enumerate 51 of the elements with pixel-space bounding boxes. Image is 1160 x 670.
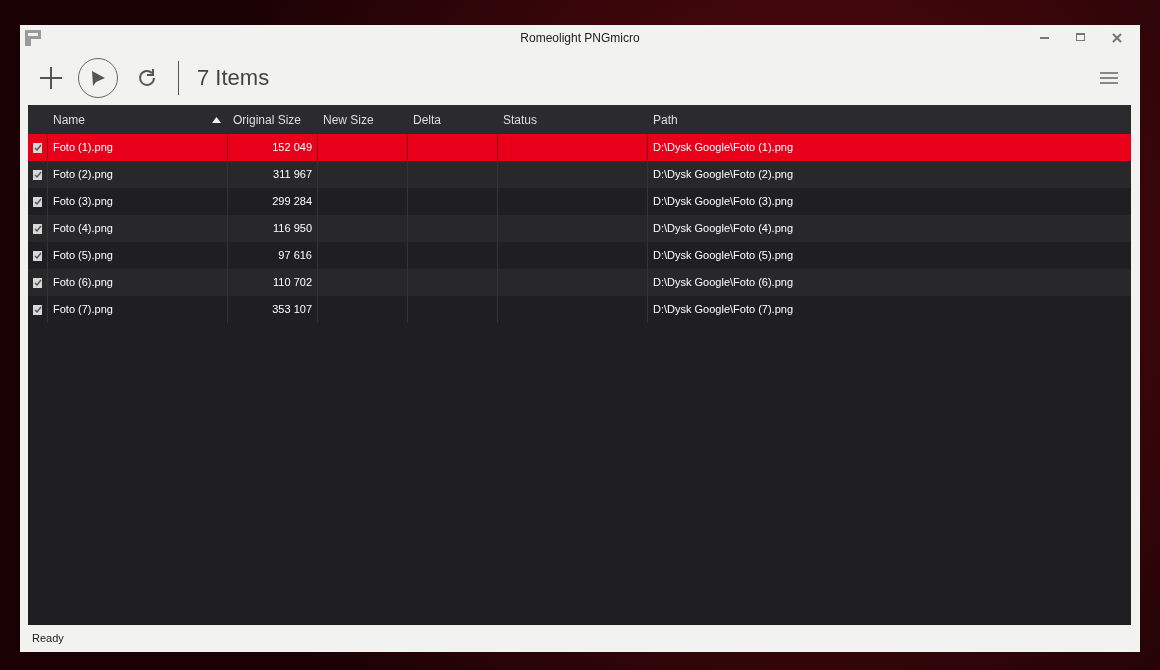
- table-cell-text: Foto (4).png: [53, 221, 113, 237]
- refresh-icon: [136, 66, 158, 89]
- menu-button[interactable]: [1098, 69, 1120, 86]
- play-icon: [89, 68, 107, 87]
- table-cell-text: Foto (1).png: [53, 140, 113, 156]
- table-cell-text: Foto (5).png: [53, 248, 113, 264]
- row-checkbox[interactable]: [33, 142, 42, 153]
- add-button[interactable]: [38, 64, 64, 91]
- item-count: 7 Items: [197, 64, 270, 92]
- row-checkbox[interactable]: [33, 196, 42, 207]
- minimize-icon: [1040, 36, 1050, 39]
- table-cell-text: D:\Dysk Google\Foto (2).png: [653, 167, 793, 183]
- status-text: Ready: [32, 631, 64, 647]
- table-cell-text: D:\Dysk Google\Foto (5).png: [653, 248, 793, 264]
- table-cell-text: 311 967: [273, 167, 312, 183]
- file-row[interactable]: Foto (6).png 110 702 D:\Dysk Google\Foto (6).png: [28, 269, 1131, 296]
- file-row[interactable]: Foto (1).png 152 049 D:\Dysk Google\Foto (1).png: [28, 134, 1131, 161]
- column-header[interactable]: Delta: [408, 105, 498, 134]
- table-cell-text: 152 049: [272, 140, 312, 156]
- row-checkbox[interactable]: [33, 169, 42, 180]
- menu-icon: [1100, 71, 1118, 84]
- table-cell-text: Foto (7).png: [53, 302, 113, 318]
- table-cell-text: D:\Dysk Google\Foto (1).png: [653, 140, 793, 156]
- table-cell-text: D:\Dysk Google\Foto (7).png: [653, 302, 793, 318]
- table-cell-text: D:\Dysk Google\Foto (6).png: [653, 275, 793, 291]
- app-logo-icon: [25, 29, 41, 46]
- table-cell-text: Foto (6).png: [53, 275, 113, 291]
- table-cell-text: D:\Dysk Google\Foto (4).png: [653, 221, 793, 237]
- table-cell-text: 110 702: [273, 275, 312, 291]
- column-header[interactable]: Original Size: [228, 105, 318, 134]
- table-cell-text: Foto (3).png: [53, 194, 113, 210]
- table-cell-text: 353 107: [272, 302, 312, 318]
- column-header[interactable]: Path: [648, 105, 1131, 134]
- column-header[interactable]: Status: [498, 105, 648, 134]
- row-checkbox[interactable]: [33, 304, 42, 315]
- column-header[interactable]: New Size: [318, 105, 408, 134]
- file-row[interactable]: Foto (4).png 116 950 D:\Dysk Google\Foto (4).png: [28, 215, 1131, 242]
- table-cell-text: D:\Dysk Google\Foto (3).png: [653, 194, 793, 210]
- column-header[interactable]: Name: [48, 105, 228, 134]
- table-cell-text: 116 950: [273, 221, 312, 237]
- close-icon: [1112, 32, 1122, 43]
- window-title: Romeolight PNGmicro: [520, 29, 640, 47]
- table-cell-text: 97 616: [278, 248, 312, 264]
- table-cell-text: 299 284: [272, 194, 312, 210]
- maximize-icon: [1076, 33, 1086, 42]
- file-row[interactable]: Foto (2).png 311 967 D:\Dysk Google\Foto (2).png: [28, 161, 1131, 188]
- table-cell-text: Foto (2).png: [53, 167, 113, 183]
- row-checkbox[interactable]: [33, 223, 42, 234]
- plus-icon: [39, 65, 63, 90]
- row-checkbox[interactable]: [33, 250, 42, 261]
- row-checkbox[interactable]: [33, 277, 42, 288]
